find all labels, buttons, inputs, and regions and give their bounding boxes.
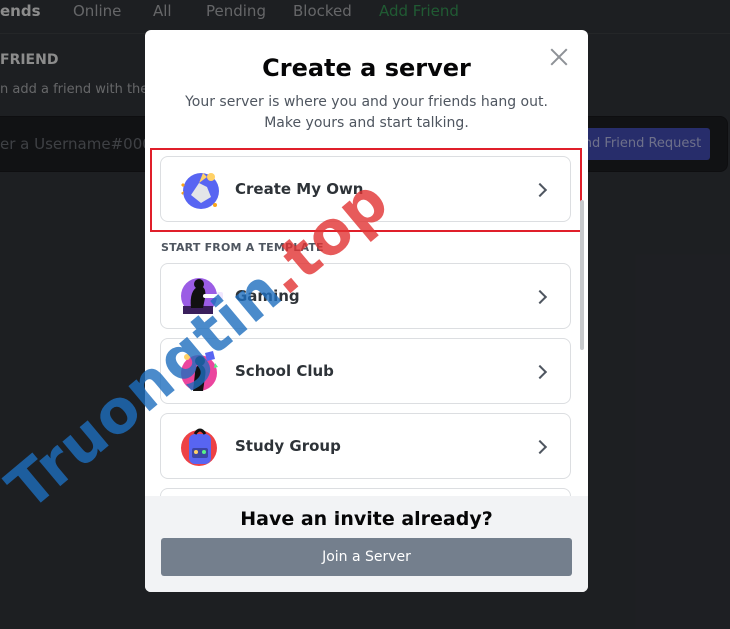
modal-subtitle: Your server is where you and your friend… — [185, 94, 548, 131]
chevron-right-icon — [534, 364, 548, 378]
chevron-right-icon — [534, 289, 548, 303]
create-my-own-label: Create My Own — [235, 180, 364, 198]
modal-title: Create a server — [262, 54, 471, 82]
create-own-icon — [177, 165, 225, 213]
school-club-label: School Club — [235, 362, 334, 380]
study-group-icon — [177, 422, 225, 470]
chevron-right-icon — [534, 439, 548, 453]
study-group-label: Study Group — [235, 437, 341, 455]
modal-scrollbar[interactable] — [580, 200, 584, 350]
invite-heading: Have an invite already? — [240, 508, 493, 530]
modal-footer: Have an invite already? Join a Server — [145, 496, 588, 592]
template-study-group-button[interactable]: Study Group — [160, 413, 571, 479]
chevron-right-icon — [534, 182, 548, 196]
join-server-button[interactable]: Join a Server — [161, 538, 572, 576]
